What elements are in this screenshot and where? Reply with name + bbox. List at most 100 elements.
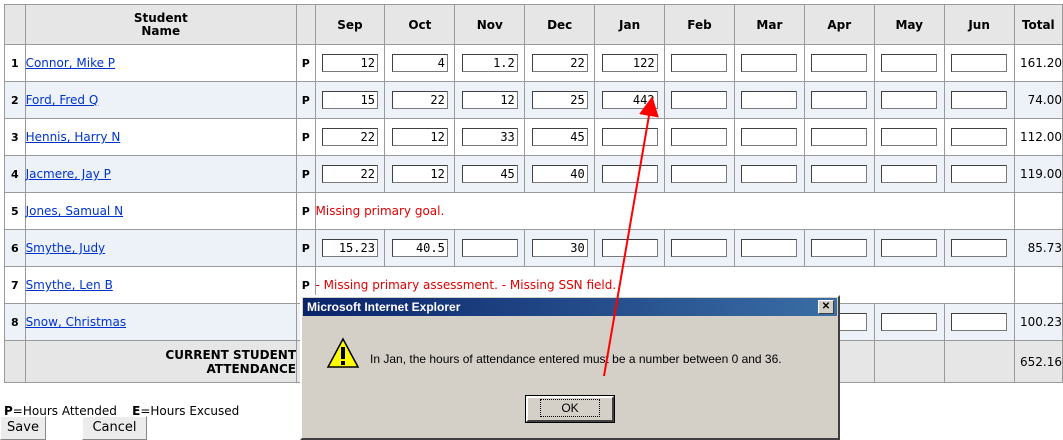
month-cell: 1.2	[454, 44, 526, 82]
month-cell	[803, 44, 875, 82]
student-name-cell: Smythe, Judy	[24, 229, 298, 267]
hours-input-dec[interactable]: 45	[531, 128, 588, 146]
hours-input-feb[interactable]	[671, 165, 728, 183]
hours-input-apr[interactable]	[811, 128, 868, 146]
hours-input-jan[interactable]: 122	[601, 54, 658, 72]
month-cell: 22	[384, 81, 456, 119]
student-name-link[interactable]: Jones, Samual N	[26, 204, 124, 218]
header-month-nov: Nov	[454, 4, 526, 45]
hours-input-mar[interactable]	[741, 239, 798, 257]
hours-input-may[interactable]	[881, 165, 938, 183]
hours-input-nov[interactable]: 45	[461, 165, 518, 183]
hours-input-feb[interactable]	[671, 128, 728, 146]
hours-input-mar[interactable]	[741, 128, 798, 146]
hours-input-sep[interactable]: 22	[321, 128, 378, 146]
table-row: 6 Smythe, Judy P 15.23 40.5 30 85.73	[4, 229, 1063, 267]
save-button[interactable]: Save	[0, 416, 46, 440]
header-month-jun: Jun	[943, 4, 1015, 45]
month-cell: 33	[454, 118, 526, 156]
hours-input-mar[interactable]	[741, 91, 798, 109]
hours-input-apr[interactable]	[811, 165, 868, 183]
student-name-link[interactable]: Jacmere, Jay P	[26, 167, 111, 181]
hours-input-jun[interactable]	[951, 91, 1008, 109]
month-cell: 22	[314, 155, 386, 193]
hours-input-jun[interactable]	[951, 165, 1008, 183]
hours-input-oct[interactable]: 40.5	[391, 239, 448, 257]
hours-input-may[interactable]	[881, 128, 938, 146]
hours-input-mar[interactable]	[741, 165, 798, 183]
student-name-link[interactable]: Ford, Fred Q	[26, 93, 99, 107]
total-cell: 100.23	[1013, 303, 1063, 341]
hours-input-mar[interactable]	[741, 54, 798, 72]
hours-input-feb[interactable]	[671, 54, 728, 72]
student-name-link[interactable]: Snow, Christmas	[26, 315, 127, 329]
header-month-dec: Dec	[524, 4, 596, 45]
hours-input-oct[interactable]: 12	[391, 128, 448, 146]
hours-input-sep[interactable]: 15.23	[321, 239, 378, 257]
hours-input-dec[interactable]: 22	[531, 54, 588, 72]
month-cell	[664, 118, 735, 156]
hours-input-nov[interactable]	[461, 239, 518, 257]
hours-input-may[interactable]	[881, 54, 938, 72]
footer-num	[4, 340, 26, 383]
hours-input-may[interactable]	[881, 239, 938, 257]
hours-input-sep[interactable]: 12	[321, 54, 378, 72]
hours-input-may[interactable]	[881, 91, 938, 109]
hours-input-dec[interactable]: 30	[531, 239, 588, 257]
month-cell: 25	[524, 81, 596, 119]
footer-month-cell	[943, 340, 1015, 383]
header-num	[4, 4, 26, 45]
hours-type: P	[296, 155, 316, 193]
student-name-cell: Jacmere, Jay P	[24, 155, 298, 193]
hours-input-jan[interactable]	[601, 165, 658, 183]
student-name-cell: Ford, Fred Q	[24, 81, 298, 119]
hours-input-nov[interactable]: 33	[461, 128, 518, 146]
student-name-link[interactable]: Smythe, Judy	[26, 241, 106, 255]
alert-dialog: Microsoft Internet Explorer ✕ In Jan, th…	[300, 295, 840, 440]
hours-input-nov[interactable]: 1.2	[461, 54, 518, 72]
month-cell	[664, 44, 735, 82]
month-cell	[943, 44, 1015, 82]
hours-input-jan[interactable]: 442	[601, 91, 658, 109]
cancel-button[interactable]: Cancel	[82, 416, 147, 440]
hours-input-apr[interactable]	[811, 54, 868, 72]
hours-input-feb[interactable]	[671, 91, 728, 109]
hours-input-apr[interactable]	[811, 239, 868, 257]
hours-input-jan[interactable]	[601, 128, 658, 146]
hours-input-jan[interactable]	[601, 239, 658, 257]
month-cell	[943, 229, 1015, 267]
student-name-link[interactable]: Smythe, Len B	[26, 278, 113, 292]
student-name-link[interactable]: Connor, Mike P	[26, 56, 115, 70]
month-cell	[803, 155, 875, 193]
ok-button[interactable]: OK	[525, 395, 615, 423]
header-month-oct: Oct	[384, 4, 456, 45]
month-cell: 122	[594, 44, 666, 82]
hours-input-oct[interactable]: 22	[391, 91, 448, 109]
hours-input-dec[interactable]: 40	[531, 165, 588, 183]
hours-input-jun[interactable]	[951, 54, 1008, 72]
hours-input-oct[interactable]: 12	[391, 165, 448, 183]
hours-input-jun[interactable]	[951, 128, 1008, 146]
total-cell: 85.73	[1013, 229, 1063, 267]
hours-input-oct[interactable]: 4	[391, 54, 448, 72]
row-number: 8	[4, 303, 26, 341]
header-month-mar: Mar	[733, 4, 805, 45]
hours-input-sep[interactable]: 15	[321, 91, 378, 109]
ok-label: OK	[540, 399, 600, 417]
month-cell	[594, 155, 666, 193]
hours-input-dec[interactable]: 25	[531, 91, 588, 109]
hours-input-may[interactable]	[881, 313, 938, 331]
student-name-cell: Hennis, Harry N	[24, 118, 298, 156]
month-cell	[803, 118, 875, 156]
student-name-link[interactable]: Hennis, Harry N	[26, 130, 121, 144]
hours-input-feb[interactable]	[671, 239, 728, 257]
hours-input-jun[interactable]	[951, 239, 1008, 257]
hours-input-apr[interactable]	[811, 91, 868, 109]
month-cell: 12	[454, 81, 526, 119]
warning-icon	[326, 337, 360, 369]
hours-input-jun[interactable]	[951, 313, 1008, 331]
month-cell	[943, 81, 1015, 119]
hours-input-sep[interactable]: 22	[321, 165, 378, 183]
hours-input-nov[interactable]: 12	[461, 91, 518, 109]
close-icon[interactable]: ✕	[818, 300, 834, 314]
